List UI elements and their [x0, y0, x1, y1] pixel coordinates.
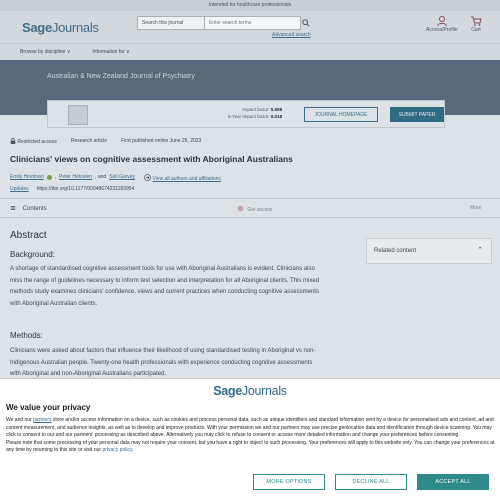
restricted-access: Restricted access [10, 138, 57, 145]
author-list: Emily Hindman , Peter Hetzelen , and Sal… [10, 174, 221, 182]
privacy-text-part: We and our [6, 417, 34, 423]
journal-info-box: Impact factor: 5.598 5-Year Impact facto… [47, 100, 445, 128]
article-type: Research article [70, 138, 107, 144]
cart-button[interactable]: Cart [470, 15, 482, 33]
view-all-authors-link[interactable]: View all authors and affiliations [152, 176, 220, 182]
privacy-consent-dialog: SageJournals We value your privacy We an… [0, 378, 500, 500]
privacy-logo-light: Journals [241, 384, 287, 398]
site-header: SageJournals Search this journal Enter s… [0, 11, 500, 43]
doi-link[interactable]: https://doi.org/10.1177/0004867423118395… [37, 186, 135, 192]
author-link[interactable]: Peter Hetzelen [59, 174, 92, 182]
more-options-button[interactable]: MORE OPTIONS [253, 474, 325, 490]
nav-information-for[interactable]: Information for [92, 49, 129, 55]
article-title: Clinicians' views on cognitive assessmen… [10, 154, 293, 164]
contents-toggle[interactable]: Contents [10, 205, 47, 212]
search-scope-select[interactable]: Search this journal [137, 16, 205, 30]
updates-link[interactable]: Updates [10, 186, 29, 192]
get-access-label: Get access [247, 207, 273, 213]
impact-factor-value: 5.598 [270, 107, 283, 112]
five-year-label: 5-Year Impact factor: [228, 114, 270, 119]
author-link[interactable]: Sali Garvey [109, 174, 135, 182]
impact-factors: Impact factor: 5.598 5-Year Impact facto… [228, 106, 282, 120]
privacy-title: We value your privacy [6, 403, 91, 412]
privacy-text-part: . [132, 447, 134, 454]
nav-browse-by-discipline[interactable]: Browse by discipline [20, 49, 70, 55]
article-meta: Restricted access Research article First… [10, 138, 201, 145]
search-input[interactable]: Enter search terms [205, 16, 301, 30]
privacy-text: We and our partners store and/or access … [6, 417, 496, 455]
author-separator: , and [95, 174, 107, 180]
top-notice: Intended for healthcare professionals [0, 0, 500, 11]
impact-factor-label: Impact factor: [242, 107, 270, 112]
submit-paper-button[interactable]: SUBMIT PAPER [390, 107, 444, 122]
five-year-value: 6.018 [270, 114, 283, 119]
abstract-heading: Abstract [10, 230, 47, 241]
methods-text: Clinicians were asked about factors that… [10, 348, 316, 377]
account-button[interactable]: Access/Profile [426, 15, 458, 33]
author-separator: , [54, 174, 57, 180]
search-icon [302, 19, 310, 27]
decline-all-button[interactable]: DECLINE ALL [335, 474, 407, 490]
background-heading: Background: [10, 250, 55, 259]
list-icon [10, 206, 16, 210]
methods-heading: Methods: [10, 331, 43, 340]
cart-icon [471, 16, 482, 26]
view-all-authors[interactable]: View all authors and affiliations [144, 174, 221, 182]
user-icon [436, 16, 447, 27]
related-content-label: Related content [374, 248, 417, 254]
advanced-search-link[interactable]: Advanced search [272, 32, 311, 38]
journal-banner: Australian & New Zealand Journal of Psyc… [0, 60, 500, 128]
logo-text-light: Journals [51, 19, 99, 35]
chevron-up-icon: ⌃ [477, 247, 483, 254]
contents-bar: Contents Get access More [0, 198, 500, 218]
journal-name[interactable]: Australian & New Zealand Journal of Psyc… [47, 73, 195, 80]
privacy-policy-link[interactable]: privacy policy [102, 447, 132, 453]
main-nav: Browse by discipline Information for [0, 43, 500, 60]
site-logo[interactable]: SageJournals [22, 20, 99, 35]
related-content-panel[interactable]: Related content ⌃ [366, 238, 492, 264]
more-button[interactable]: More [470, 205, 481, 211]
doi-row: Updates https://doi.org/10.1177/00048674… [10, 186, 134, 192]
get-access-button[interactable]: Get access [237, 205, 272, 213]
more-label: More [470, 205, 482, 211]
partners-link[interactable]: partners [33, 417, 51, 423]
orcid-icon[interactable] [46, 174, 52, 180]
publish-date: First published online June 25, 2023 [121, 138, 202, 144]
search-bar: Search this journal Enter search terms [137, 16, 311, 30]
arrow-right-circle-icon [144, 174, 151, 181]
lock-icon [10, 138, 16, 144]
privacy-logo-bold: Sage [213, 384, 242, 398]
cart-label: Cart [471, 27, 481, 33]
logo-text-bold: Sage [22, 19, 52, 35]
contents-label: Contents [22, 206, 47, 212]
privacy-logo: SageJournals [0, 384, 500, 398]
privacy-text-part: Please note that some processing of your… [6, 439, 495, 454]
account-label: Access/Profile [426, 27, 458, 33]
accept-all-button[interactable]: ACCEPT ALL [417, 474, 489, 490]
background-text: A shortage of standardised cognitive ass… [10, 266, 320, 307]
journal-cover-image [68, 105, 88, 125]
journal-homepage-button[interactable]: JOURNAL HOMEPAGE [304, 107, 378, 122]
restricted-access-label: Restricted access [17, 139, 57, 145]
lock-icon [237, 205, 244, 212]
search-button[interactable] [301, 16, 311, 30]
author-link[interactable]: Emily Hindman [10, 174, 44, 182]
privacy-text-part: store and/or access information on a dev… [6, 417, 494, 439]
